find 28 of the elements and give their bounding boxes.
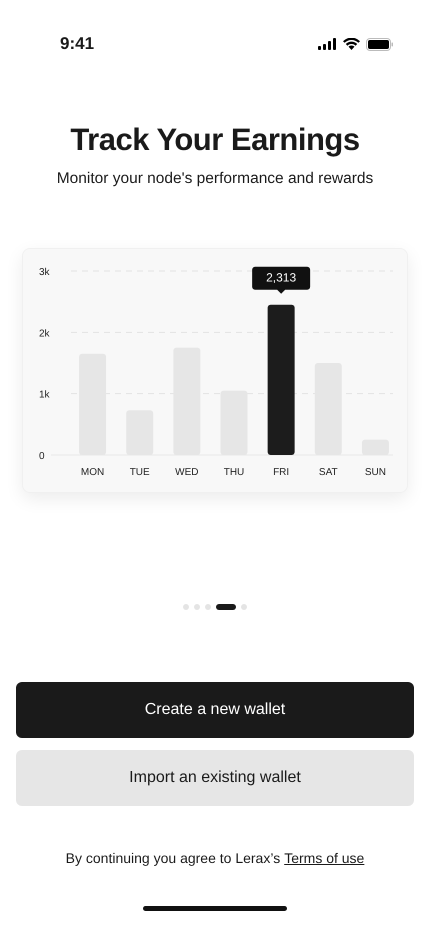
status-time: 9:41 [60, 34, 94, 54]
axis-label: 1k [39, 390, 50, 401]
battery-icon [366, 38, 394, 50]
axis-label: 2k [39, 328, 50, 340]
create-wallet-button[interactable]: Create a new wallet [16, 682, 414, 738]
axis-label: TUE [130, 467, 150, 478]
bar[interactable] [268, 304, 295, 455]
page-dot[interactable] [241, 604, 247, 610]
axis-label: SUN [364, 467, 386, 478]
terms-notice: By continuing you agree to Lerax’s [66, 850, 280, 866]
terms-link[interactable]: Terms of use [284, 850, 364, 866]
wifi-icon [343, 38, 360, 50]
axis-label: 3k [39, 267, 50, 278]
axis-label: FRI [273, 467, 290, 478]
axis-label: WED [175, 467, 199, 478]
page-dot[interactable] [205, 604, 211, 610]
signal-icon [318, 38, 337, 50]
axis-label: THU [224, 467, 244, 478]
annotation: 2,313 [266, 270, 296, 285]
axis-label: 0 [39, 451, 45, 462]
import-wallet-button[interactable]: Import an existing wallet [16, 750, 414, 806]
page-dot[interactable] [194, 604, 200, 610]
page-subtitle: Monitor your node's performance and rewards [56, 170, 374, 188]
value-tooltip: 2,313 [252, 266, 310, 294]
page-dot[interactable] [183, 604, 189, 610]
axis-label: MON [80, 467, 104, 478]
axis-label: SAT [318, 467, 338, 478]
page-title: Track Your Earnings [70, 122, 360, 158]
